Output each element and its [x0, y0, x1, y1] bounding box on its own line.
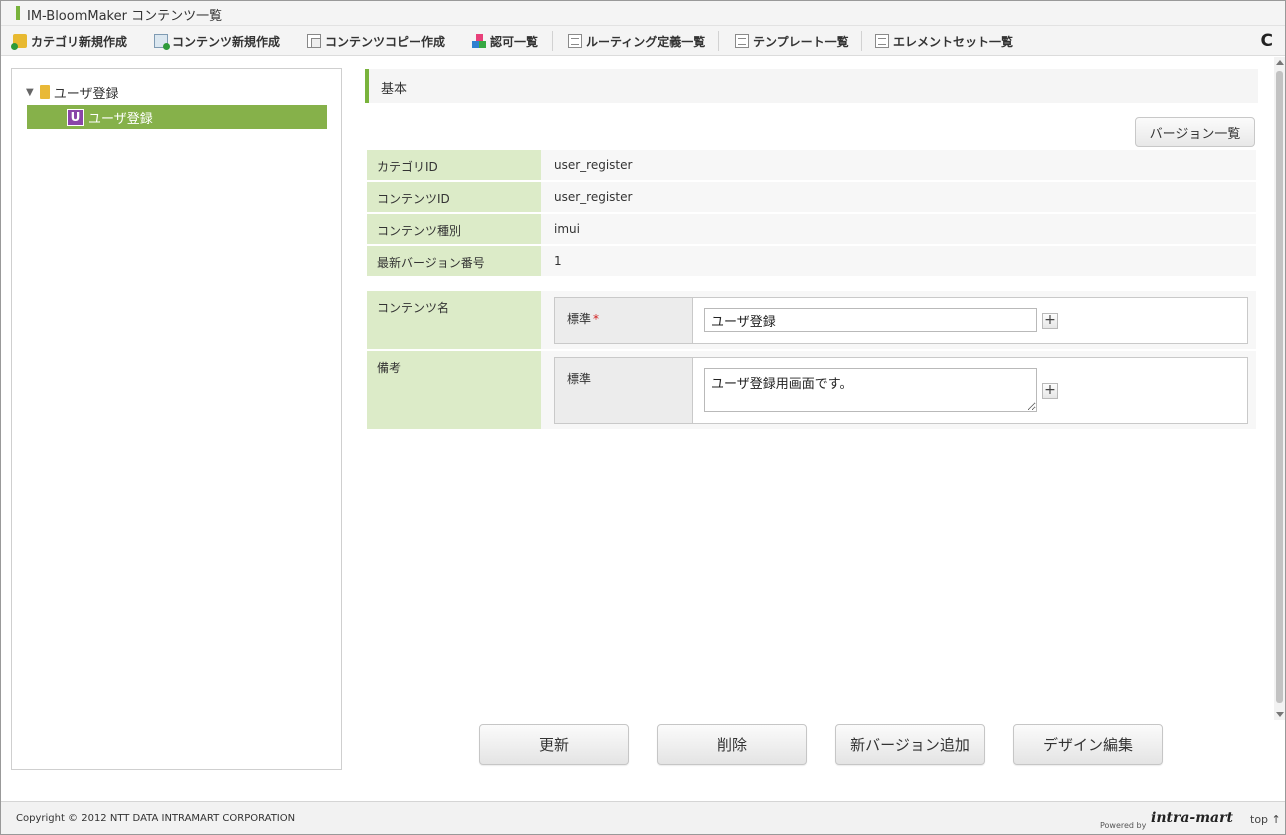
- version-list-button[interactable]: バージョン一覧: [1135, 117, 1255, 147]
- footer: Copyright © 2012 NTT DATA INTRAMART CORP…: [1, 801, 1285, 834]
- add-locale-button[interactable]: +: [1042, 383, 1058, 399]
- required-mark: *: [593, 312, 600, 326]
- locale-standard-label: 標準: [555, 358, 693, 423]
- section-header: 基本: [365, 69, 1258, 103]
- copy-content-button[interactable]: コンテンツコピー作成: [307, 32, 445, 50]
- template-list-label: テンプレート一覧: [753, 34, 849, 49]
- info-label: コンテンツID: [367, 182, 541, 212]
- document-add-icon: [154, 34, 170, 50]
- remarks-textarea[interactable]: ユーザ登録用画面です。: [704, 368, 1037, 412]
- list-icon: [735, 34, 749, 48]
- locale-label-text: 標準: [567, 372, 592, 386]
- content-name-row: コンテンツ名 標準* +: [367, 291, 1256, 349]
- folder-icon: [39, 85, 50, 99]
- element-set-list-button[interactable]: エレメントセット一覧: [875, 32, 1013, 50]
- title-bar: IM-BloomMaker コンテンツ一覧: [1, 1, 1285, 26]
- authorization-list-label: 認可一覧: [490, 34, 539, 49]
- create-category-button[interactable]: カテゴリ新規作成: [11, 32, 128, 50]
- scroll-up-arrow-icon[interactable]: [1276, 60, 1284, 65]
- vertical-scrollbar[interactable]: [1274, 57, 1285, 720]
- remarks-locale-box: 標準 ユーザ登録用画面です。 +: [554, 357, 1248, 424]
- toolbar-divider: [861, 31, 862, 51]
- content-name-locale-box: 標準* +: [554, 297, 1248, 344]
- info-label: コンテンツ種別: [367, 214, 541, 244]
- info-value: user_register: [554, 190, 633, 204]
- create-content-button[interactable]: コンテンツ新規作成: [154, 32, 280, 50]
- info-row: 最新バージョン番号 1: [367, 246, 1256, 276]
- collapse-arrow-icon[interactable]: ▼: [26, 87, 34, 98]
- tree-node-label: ユーザ登録: [53, 86, 119, 102]
- add-version-button[interactable]: 新バージョン追加: [835, 724, 985, 765]
- info-value: imui: [554, 222, 580, 236]
- delete-button[interactable]: 削除: [657, 724, 807, 765]
- reload-icon[interactable]: C: [1261, 31, 1273, 51]
- routing-list-label: ルーティング定義一覧: [586, 34, 706, 49]
- copy-content-label: コンテンツコピー作成: [325, 34, 446, 49]
- back-to-top-link[interactable]: top ↑: [1250, 813, 1281, 826]
- window-title: IM-BloomMaker コンテンツ一覧: [27, 9, 223, 24]
- routing-list-button[interactable]: ルーティング定義一覧: [568, 32, 705, 50]
- info-label: カテゴリID: [367, 150, 541, 180]
- template-list-button[interactable]: テンプレート一覧: [735, 32, 849, 50]
- info-row: カテゴリID user_register: [367, 150, 1256, 180]
- content-name-label: コンテンツ名: [367, 291, 541, 349]
- powered-by-text: Powered by: [1100, 821, 1147, 830]
- authorization-list-button[interactable]: 認可一覧: [472, 32, 538, 50]
- content-name-input[interactable]: [704, 308, 1037, 332]
- toolbar-divider: [552, 31, 553, 51]
- copy-icon: [307, 34, 321, 48]
- locale-standard-label: 標準 *: [555, 298, 693, 343]
- create-content-label: コンテンツ新規作成: [172, 34, 281, 49]
- info-row: コンテンツ種別 imui: [367, 214, 1256, 244]
- section-title: 基本: [381, 82, 408, 97]
- design-edit-button[interactable]: デザイン編集: [1013, 724, 1163, 765]
- tree-node-content-selected[interactable]: U ユーザ登録: [27, 105, 327, 129]
- info-label: 最新バージョン番号: [367, 246, 541, 276]
- remarks-label: 備考: [367, 351, 541, 429]
- title-accent-mark: [16, 6, 20, 20]
- info-row: コンテンツID user_register: [367, 182, 1256, 212]
- info-value: 1: [554, 254, 562, 268]
- locale-label-text: 標準: [567, 312, 592, 326]
- add-locale-button[interactable]: +: [1042, 313, 1058, 329]
- blocks-icon: [472, 34, 486, 48]
- info-value: user_register: [554, 158, 633, 172]
- list-icon: [568, 34, 582, 48]
- app-window: IM-BloomMaker コンテンツ一覧 カテゴリ新規作成 コンテンツ新規作成…: [0, 0, 1286, 835]
- update-button[interactable]: 更新: [479, 724, 629, 765]
- intra-mart-logo: intra-mart: [1151, 810, 1233, 826]
- list-icon: [875, 34, 889, 48]
- content-type-badge-icon: U: [67, 108, 84, 126]
- toolbar-divider: [718, 31, 719, 51]
- element-set-list-label: エレメントセット一覧: [893, 34, 1014, 49]
- scrollbar-thumb[interactable]: [1276, 71, 1283, 703]
- create-category-label: カテゴリ新規作成: [31, 34, 128, 49]
- scroll-down-arrow-icon[interactable]: [1276, 712, 1284, 717]
- folder-add-icon: [11, 34, 27, 50]
- remarks-row: 備考 標準 ユーザ登録用画面です。 +: [367, 351, 1256, 429]
- copyright-text: Copyright © 2012 NTT DATA INTRAMART CORP…: [16, 813, 296, 824]
- toolbar: カテゴリ新規作成 コンテンツ新規作成 コンテンツコピー作成 認可一覧 ルーティン…: [1, 26, 1285, 56]
- content-tree-panel: ▼ ユーザ登録 U ユーザ登録: [11, 68, 342, 770]
- tree-node-category[interactable]: ▼ ユーザ登録: [26, 80, 118, 104]
- tree-node-label: ユーザ登録: [88, 111, 153, 127]
